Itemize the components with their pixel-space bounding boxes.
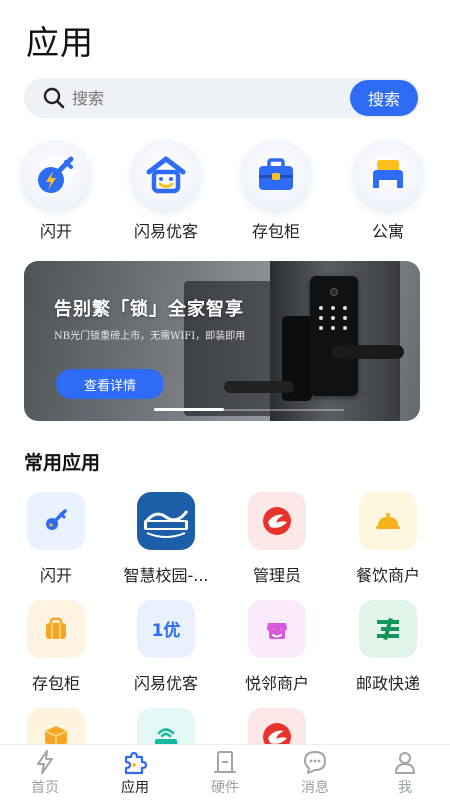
app-item-youke[interactable]: 1优 闪易优客 <box>110 600 222 694</box>
quick-action-circle <box>241 140 311 210</box>
app-item-smart-campus[interactable]: 智慧校园-... <box>110 492 222 586</box>
smart-lock-handle <box>224 381 294 393</box>
banner-title: 告别繁「锁」全家智享 <box>54 299 244 320</box>
app-tile <box>137 492 195 550</box>
quick-action-label: 存包柜 <box>251 222 300 241</box>
tab-hardware[interactable]: 硬件 <box>180 745 270 800</box>
app-label: 智慧校园-... <box>123 566 209 585</box>
search-button[interactable]: 搜索 <box>350 80 418 116</box>
banner-subtitle: NB光门锁重磅上市，无需WIFI，即装即用 <box>54 331 246 342</box>
app-label: 餐饮商户 <box>355 566 420 585</box>
app-item-post[interactable]: 邮政快递 <box>332 600 444 694</box>
tab-label: 硬件 <box>211 780 239 796</box>
quick-action-apartment[interactable]: 公寓 <box>338 140 438 242</box>
quick-action-label: 闪开 <box>39 222 72 241</box>
quick-action-youke[interactable]: 闪易优客 <box>116 140 216 242</box>
app-tile <box>248 492 306 550</box>
app-label: 存包柜 <box>31 674 80 693</box>
search-input[interactable] <box>72 88 350 108</box>
quick-action-circle <box>21 140 91 210</box>
app-item-yuelin[interactable]: 悦邻商户 <box>221 600 333 694</box>
app-tile <box>27 492 85 550</box>
promo-banner[interactable]: 告别繁「锁」全家智享 NB光门锁重磅上市，无需WIFI，即装即用 查看详情 <box>24 261 420 421</box>
app-label: 邮政快递 <box>355 674 420 693</box>
door-icon <box>214 751 236 773</box>
app-tile <box>359 492 417 550</box>
quick-action-circle <box>131 140 201 210</box>
shop-icon <box>267 623 287 639</box>
user-icon <box>395 752 415 774</box>
tab-home[interactable]: 首页 <box>0 745 90 800</box>
search-bar[interactable]: 搜索 <box>24 78 420 118</box>
you-badge-icon: 1优 <box>152 620 181 641</box>
lightning-key-icon <box>38 156 74 193</box>
app-item-catering[interactable]: 餐饮商户 <box>332 492 444 586</box>
app-tile <box>248 600 306 658</box>
chat-icon <box>304 751 326 774</box>
page-title: 应用 <box>26 23 94 62</box>
smart-lock-handle <box>332 345 404 359</box>
campus-logo-icon <box>143 510 189 538</box>
banner-page-indicator-active <box>154 408 224 411</box>
banner-details-button[interactable]: 查看详情 <box>56 369 164 399</box>
app-tile: 1优 <box>137 600 195 658</box>
puzzle-icon <box>124 751 148 775</box>
app-item-admin[interactable]: 管理员 <box>221 492 333 586</box>
smart-lock-image <box>310 276 358 396</box>
tab-label: 消息 <box>301 780 329 796</box>
app-label: 闪易优客 <box>133 674 198 693</box>
app-tile <box>27 600 85 658</box>
smile-house-icon <box>146 156 186 194</box>
key-icon <box>46 509 67 530</box>
tab-label: 应用 <box>121 780 149 796</box>
lightning-icon <box>37 750 53 774</box>
bed-icon <box>373 160 403 188</box>
tab-label: 首页 <box>31 780 59 796</box>
tab-label: 我 <box>398 780 412 796</box>
briefcase-icon <box>259 158 293 190</box>
quick-action-shankai[interactable]: 闪开 <box>6 140 106 242</box>
app-label: 管理员 <box>252 566 301 585</box>
app-label: 闪开 <box>39 566 72 585</box>
tab-me[interactable]: 我 <box>360 745 450 800</box>
app-item-shankai[interactable]: 闪开 <box>0 492 112 586</box>
admin-logo-icon <box>263 507 291 535</box>
quick-action-label: 闪易优客 <box>133 222 198 241</box>
app-item-locker[interactable]: 存包柜 <box>0 600 112 694</box>
quick-action-label: 公寓 <box>371 222 404 241</box>
bag-icon <box>46 617 66 639</box>
dish-cover-icon <box>376 513 400 529</box>
post-logo-icon <box>377 617 399 641</box>
section-title-common-apps: 常用应用 <box>24 452 101 474</box>
app-tile <box>359 600 417 658</box>
app-label: 悦邻商户 <box>244 674 309 693</box>
quick-action-locker[interactable]: 存包柜 <box>226 140 326 242</box>
quick-actions: 闪开 闪易优客 存包柜 公寓 <box>0 140 450 242</box>
svg-text:1优: 1优 <box>152 620 181 641</box>
bottom-tab-bar: 首页 应用 硬件 消息 我 <box>0 744 450 800</box>
tab-messages[interactable]: 消息 <box>270 745 360 800</box>
quick-action-circle <box>353 140 423 210</box>
search-icon <box>43 87 65 109</box>
tab-apps[interactable]: 应用 <box>90 745 180 800</box>
